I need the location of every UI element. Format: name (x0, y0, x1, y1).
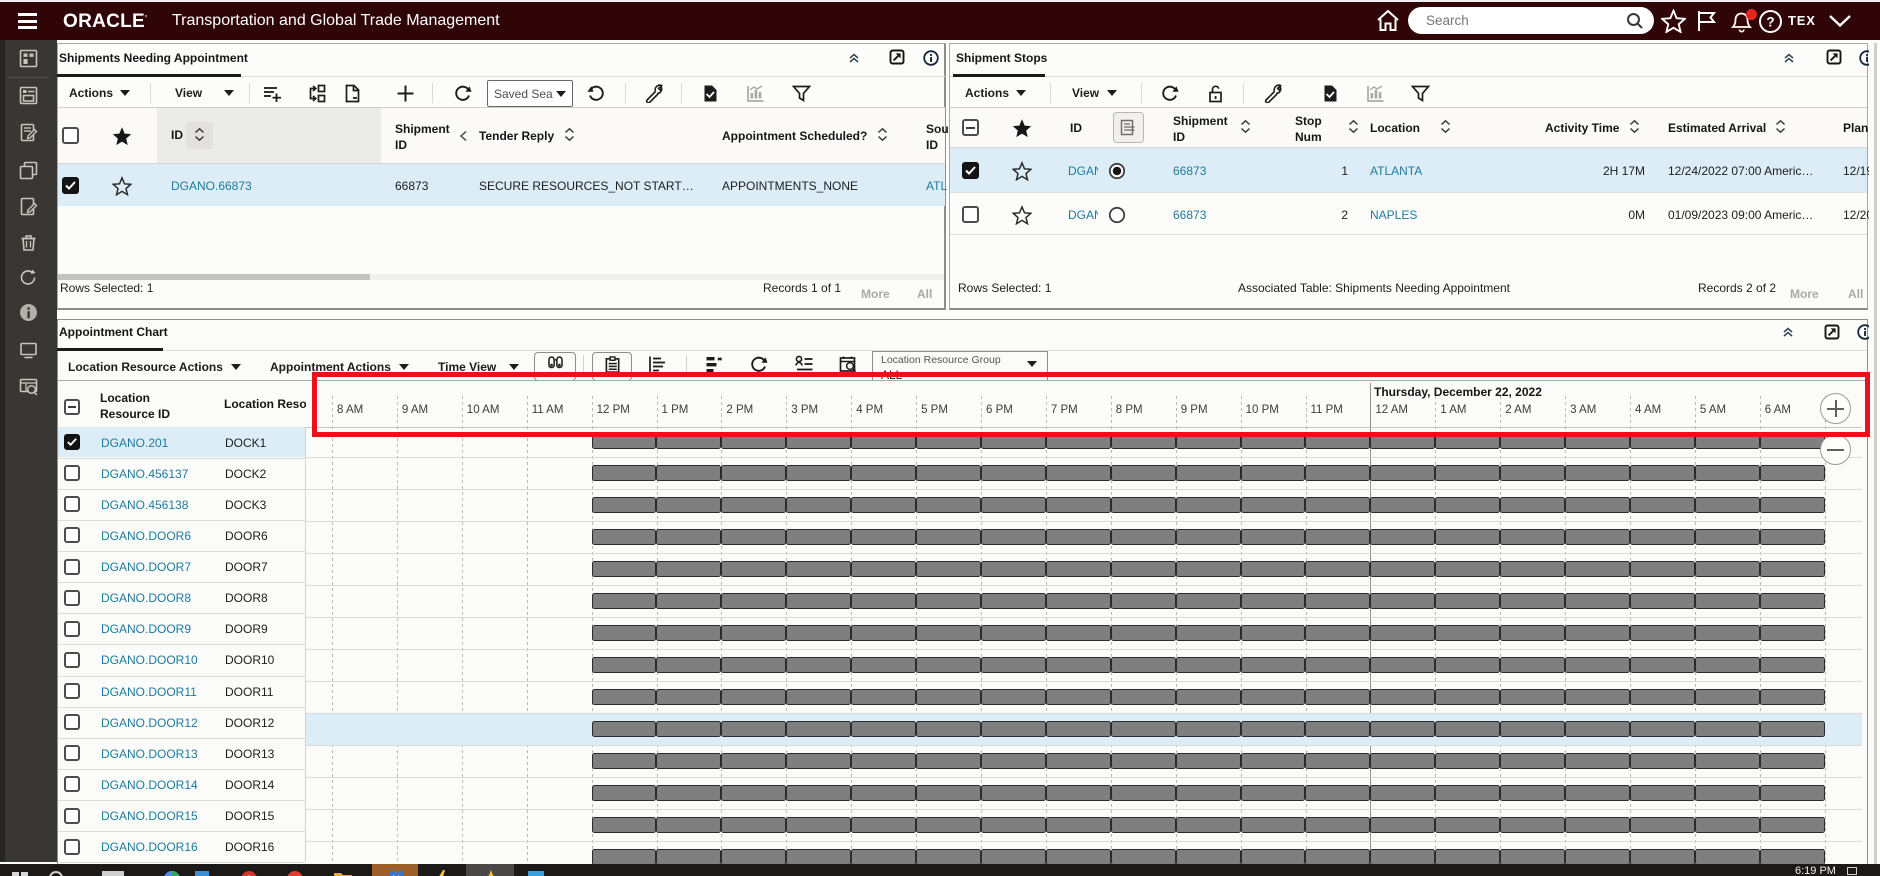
svg-text:?: ? (1766, 15, 1774, 30)
